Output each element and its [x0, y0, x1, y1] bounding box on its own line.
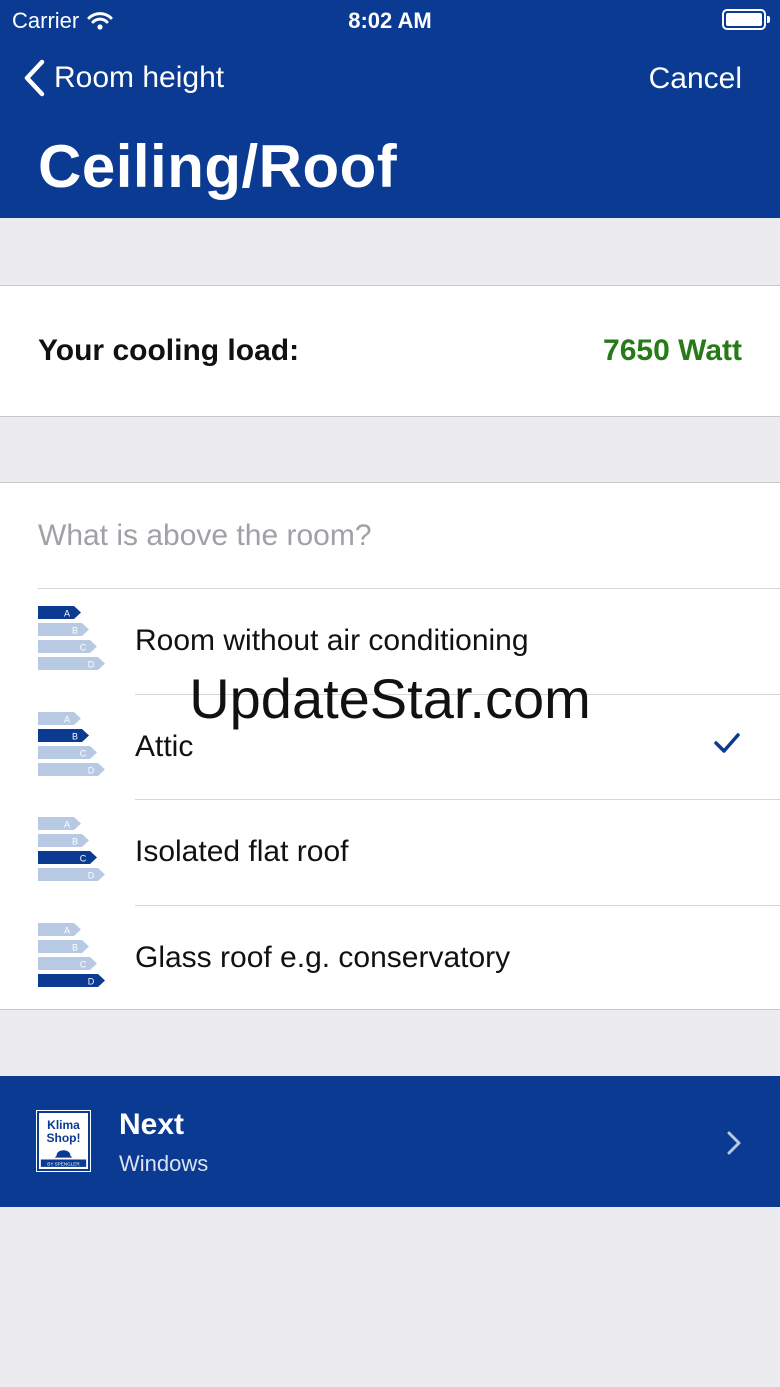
- page-title: Ceiling/Roof: [38, 133, 398, 200]
- energy-bar: [38, 851, 97, 864]
- energy-bar: [38, 712, 81, 725]
- energy-rating-d-icon: ABCD: [38, 923, 105, 987]
- energy-rating-a-icon: ABCD: [38, 606, 105, 670]
- energy-bar: [38, 657, 105, 670]
- energy-bar: [38, 923, 81, 936]
- option-label: Room without air conditioning: [135, 624, 529, 657]
- energy-bar-letter: B: [72, 943, 78, 953]
- option-label: Glass roof e.g. conservatory: [135, 941, 511, 974]
- cooling-load-row: Your cooling load: 7650 Watt: [0, 285, 780, 417]
- back-button[interactable]: Room height: [22, 58, 224, 98]
- energy-rating-c-icon: ABCD: [38, 817, 105, 881]
- next-title: Next: [119, 1108, 185, 1141]
- energy-bar: [38, 623, 89, 636]
- energy-bar-letter: A: [64, 820, 70, 830]
- option-label: Isolated flat roof: [135, 835, 349, 868]
- energy-bar-letter: C: [80, 960, 87, 970]
- energy-bar-letter: C: [80, 749, 87, 759]
- svg-text:Klima: Klima: [47, 1118, 80, 1132]
- options-list: What is above the room? ABCD Room withou…: [0, 482, 780, 1010]
- option-isolated-flat-roof[interactable]: ABCD Isolated flat roof: [0, 799, 780, 905]
- energy-bar: [38, 746, 97, 759]
- battery-icon: [722, 9, 770, 30]
- energy-bar-letter: D: [88, 871, 95, 881]
- energy-bar-letter: A: [64, 609, 70, 619]
- svg-text:Shop!: Shop!: [47, 1131, 81, 1145]
- checkmark-icon: [714, 733, 740, 753]
- navigation-header: Carrier 8:02 AM Room height Cancel Ceili…: [0, 0, 780, 218]
- energy-bar: [38, 940, 89, 953]
- status-time: 8:02 AM: [348, 8, 432, 33]
- energy-bar-letter: B: [72, 837, 78, 847]
- energy-bar: [38, 729, 89, 742]
- energy-bar-letter: C: [80, 643, 87, 653]
- energy-bar: [38, 817, 81, 830]
- energy-bar: [38, 957, 97, 970]
- question-label: What is above the room?: [38, 519, 372, 552]
- status-bar: Carrier 8:02 AM: [0, 0, 780, 40]
- energy-bar: [38, 606, 81, 619]
- chevron-left-icon: [24, 59, 45, 97]
- cooling-load-label: Your cooling load:: [38, 334, 300, 367]
- next-subtitle: Windows: [119, 1151, 209, 1176]
- energy-bar: [38, 763, 105, 776]
- energy-bar: [38, 974, 105, 987]
- cancel-button[interactable]: Cancel: [649, 62, 742, 96]
- next-button[interactable]: Klima Shop! BY SPENGLER Next Windows: [0, 1076, 780, 1207]
- energy-bar-letter: D: [88, 766, 95, 776]
- energy-bar: [38, 640, 97, 653]
- cooling-load-value: 7650 Watt: [603, 334, 742, 367]
- energy-bar-letter: B: [72, 626, 78, 636]
- option-attic[interactable]: ABCD Attic: [0, 694, 780, 800]
- energy-rating-b-icon: ABCD: [38, 712, 105, 776]
- option-glass-roof[interactable]: ABCD Glass roof e.g. conservatory: [0, 905, 780, 1011]
- energy-bar-letter: C: [80, 854, 87, 864]
- energy-bar-letter: A: [64, 715, 70, 725]
- nav-bar: Room height Cancel: [0, 56, 780, 106]
- svg-text:BY SPENGLER: BY SPENGLER: [47, 1162, 80, 1167]
- energy-bar-letter: A: [64, 926, 70, 936]
- chevron-right-icon: [727, 1131, 741, 1155]
- energy-bar: [38, 868, 105, 881]
- back-button-label: Room height: [54, 61, 225, 94]
- energy-bar-letter: B: [72, 732, 78, 742]
- energy-bar: [38, 834, 89, 847]
- option-room-without-ac[interactable]: ABCD Room without air conditioning: [0, 588, 780, 694]
- energy-bar-letter: D: [88, 660, 95, 670]
- option-label: Attic: [135, 730, 194, 763]
- energy-bar-letter: D: [88, 977, 95, 987]
- klimashop-logo: Klima Shop! BY SPENGLER: [36, 1110, 91, 1172]
